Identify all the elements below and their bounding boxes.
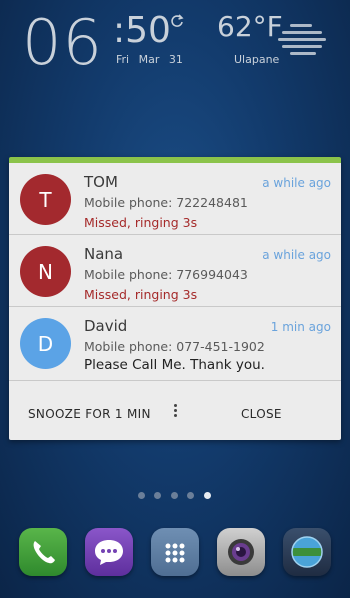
camera-app-icon[interactable] [217, 528, 265, 576]
notification-time: a while ago [262, 248, 331, 262]
fog-icon[interactable] [278, 22, 328, 56]
phone-number: Mobile phone: 776994043 [84, 267, 248, 282]
close-button[interactable]: CLOSE [241, 407, 282, 421]
message-text: Please Call Me. Thank you. [84, 357, 265, 373]
page-dot[interactable] [171, 492, 178, 499]
phone-number: Mobile phone: 077-451-1902 [84, 339, 265, 354]
clock-date: Fri Mar 31 [116, 53, 183, 66]
snooze-button[interactable]: SNOOZE FOR 1 MIN [28, 407, 151, 421]
notification-actions: SNOOZE FOR 1 MIN CLOSE [9, 387, 341, 440]
notification-time: a while ago [262, 176, 331, 190]
weather-location: Ulapane [234, 53, 280, 66]
missed-call-notification: T TOM a while ago Mobile phone: 72224848… [9, 157, 341, 440]
phone-number: Mobile phone: 722248481 [84, 195, 248, 210]
notification-item[interactable]: T TOM a while ago Mobile phone: 72224848… [9, 163, 341, 235]
clock-minute[interactable]: :50 [113, 10, 171, 51]
page-dot-active[interactable] [204, 492, 211, 499]
clock-day: Fri [116, 53, 130, 66]
clock-hour[interactable]: 06 [22, 6, 103, 79]
more-options-icon[interactable] [172, 404, 178, 420]
avatar: D [20, 318, 71, 369]
contact-name: David [84, 317, 128, 335]
avatar: T [20, 174, 71, 225]
contact-name: TOM [84, 173, 118, 191]
clock-date-value: Mar 31 [138, 53, 183, 66]
weather-temperature[interactable]: 62°F [217, 10, 283, 43]
notification-item[interactable]: N Nana a while ago Mobile phone: 7769940… [9, 235, 341, 307]
page-dot[interactable] [154, 492, 161, 499]
refresh-icon[interactable] [170, 14, 184, 28]
apps-grid-icon[interactable] [151, 528, 199, 576]
phone-app-icon[interactable] [19, 528, 67, 576]
notification-time: 1 min ago [270, 320, 331, 334]
browser-app-icon[interactable] [283, 528, 331, 576]
call-status: Missed, ringing 3s [84, 287, 198, 302]
call-status: Missed, ringing 3s [84, 215, 198, 230]
messages-app-icon[interactable] [85, 528, 133, 576]
contact-name: Nana [84, 245, 124, 263]
notification-item[interactable]: D David 1 min ago Mobile phone: 077-451-… [9, 307, 341, 381]
page-dot[interactable] [187, 492, 194, 499]
page-dot[interactable] [138, 492, 145, 499]
avatar: N [20, 246, 71, 297]
